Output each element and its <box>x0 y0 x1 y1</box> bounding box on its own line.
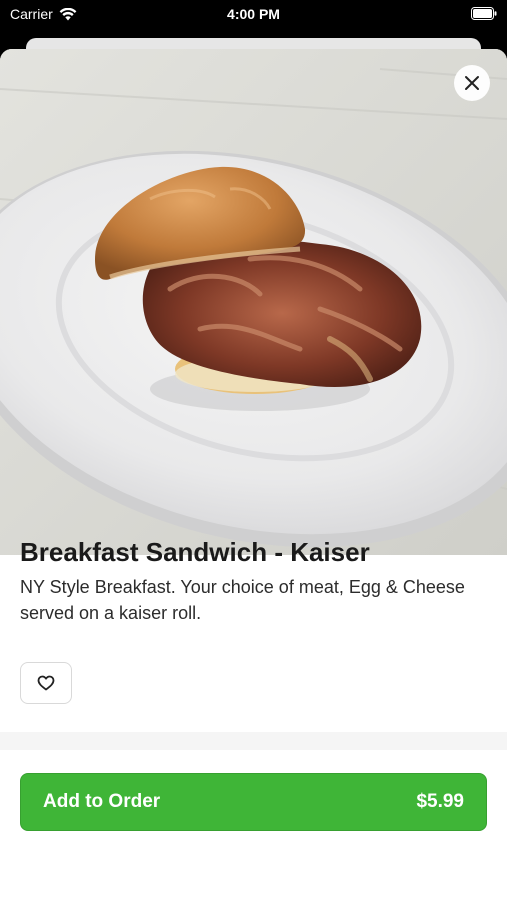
close-button[interactable] <box>454 65 490 101</box>
add-to-order-button[interactable]: Add to Order $5.99 <box>20 773 487 831</box>
favorite-button[interactable] <box>20 662 72 704</box>
add-to-order-label: Add to Order <box>43 791 161 812</box>
heart-icon <box>37 675 55 691</box>
item-info: Breakfast Sandwich - Kaiser NY Style Bre… <box>20 536 487 626</box>
battery-icon <box>471 7 497 20</box>
item-description: NY Style Breakfast. Your choice of meat,… <box>20 577 465 623</box>
sandwich-photo <box>0 49 507 555</box>
close-icon <box>465 76 479 90</box>
item-title: Breakfast Sandwich - Kaiser <box>20 537 370 567</box>
item-price: $5.99 <box>416 791 464 812</box>
item-photo <box>0 49 507 555</box>
screen: Carrier 4:00 PM Breakfast Sandwich - Kai… <box>0 0 507 900</box>
section-divider <box>0 732 507 750</box>
status-time: 4:00 PM <box>227 6 280 22</box>
status-bar: Carrier 4:00 PM <box>0 0 507 28</box>
